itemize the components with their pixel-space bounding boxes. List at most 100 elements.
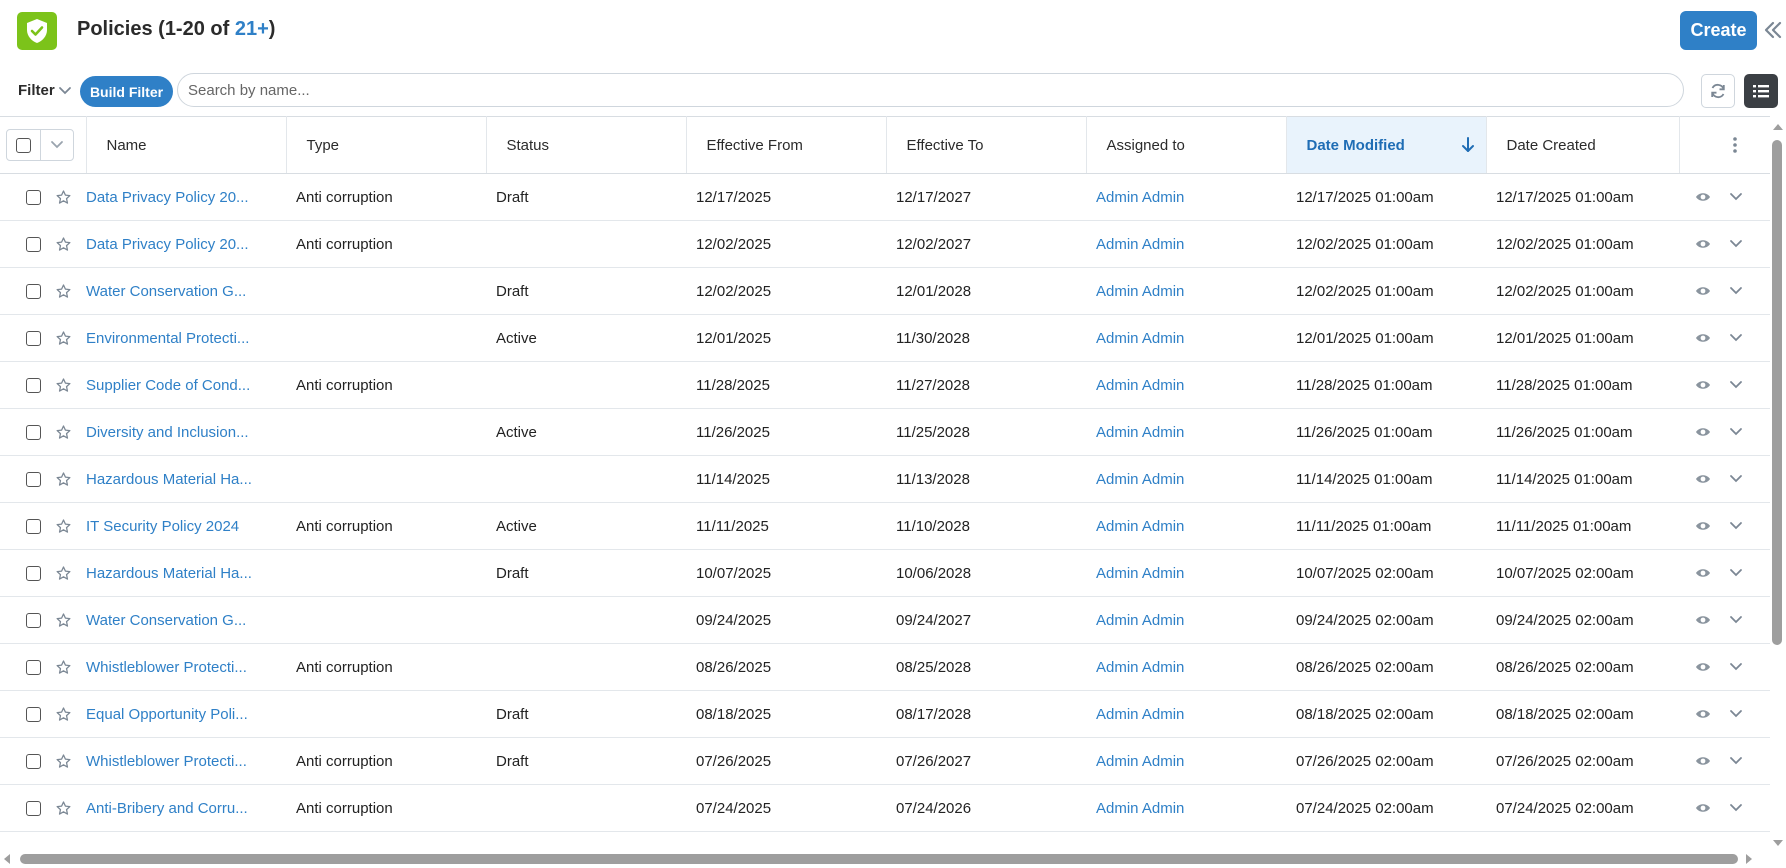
- table-row[interactable]: Water Conservation G... 09/24/2025 09/24/2…: [0, 596, 1770, 644]
- row-checkbox[interactable]: [26, 518, 41, 534]
- row-checkbox[interactable]: [26, 377, 41, 393]
- row-checkbox[interactable]: [26, 800, 41, 816]
- cell-assigned-to[interactable]: Admin Admin: [1086, 314, 1286, 362]
- row-checkbox[interactable]: [26, 424, 41, 440]
- chevron-down-icon[interactable]: [1729, 285, 1743, 297]
- row-checkbox[interactable]: [26, 471, 41, 487]
- cell-name[interactable]: Whistleblower Protecti...: [86, 737, 286, 785]
- collapse-panel-icon[interactable]: [1764, 20, 1782, 40]
- column-header-date-modified[interactable]: Date Modified: [1286, 116, 1487, 174]
- star-icon[interactable]: [55, 706, 72, 723]
- cell-assigned-to[interactable]: Admin Admin: [1086, 690, 1286, 738]
- cell-name[interactable]: Diversity and Inclusion...: [86, 408, 286, 456]
- table-row[interactable]: Hazardous Material Ha... 11/14/2025 11/13/…: [0, 455, 1770, 503]
- chevron-down-icon[interactable]: [1729, 520, 1743, 532]
- chevron-down-icon[interactable]: [1729, 661, 1743, 673]
- chevron-down-icon[interactable]: [1729, 708, 1743, 720]
- vertical-scrollbar-thumb[interactable]: [1772, 140, 1782, 645]
- table-row[interactable]: Anti-Bribery and Corru... Anti corruption…: [0, 784, 1770, 832]
- cell-assigned-to[interactable]: Admin Admin: [1086, 549, 1286, 597]
- table-row[interactable]: Supplier Code of Cond... Anti corruption 1…: [0, 361, 1770, 409]
- star-icon[interactable]: [55, 659, 72, 676]
- chevron-down-icon[interactable]: [58, 84, 72, 96]
- cell-assigned-to[interactable]: Admin Admin: [1086, 408, 1286, 456]
- cell-assigned-to[interactable]: Admin Admin: [1086, 267, 1286, 315]
- build-filter-button[interactable]: Build Filter: [80, 76, 173, 107]
- star-icon[interactable]: [55, 565, 72, 582]
- star-icon[interactable]: [55, 377, 72, 394]
- cell-name[interactable]: Data Privacy Policy 20...: [86, 220, 286, 268]
- row-checkbox[interactable]: [26, 659, 41, 675]
- column-header-effective-from[interactable]: Effective From: [686, 116, 887, 174]
- column-header-type[interactable]: Type: [286, 116, 487, 174]
- table-row[interactable]: Hazardous Material Ha... Draft 10/07/2025 1…: [0, 549, 1770, 597]
- table-row[interactable]: Data Privacy Policy 20... Anti corruption…: [0, 220, 1770, 268]
- sort-descending-icon[interactable]: [1460, 136, 1476, 154]
- star-icon[interactable]: [55, 800, 72, 817]
- table-row[interactable]: IT Security Policy 2024 Anti corruption Ac…: [0, 502, 1770, 550]
- star-icon[interactable]: [55, 518, 72, 535]
- filter-dropdown-label[interactable]: Filter: [18, 82, 55, 99]
- row-checkbox[interactable]: [26, 706, 41, 722]
- total-count-link[interactable]: 21+: [235, 18, 269, 40]
- star-icon[interactable]: [55, 753, 72, 770]
- eye-icon[interactable]: [1695, 708, 1711, 720]
- row-checkbox[interactable]: [26, 753, 41, 769]
- eye-icon[interactable]: [1695, 191, 1711, 203]
- eye-icon[interactable]: [1695, 614, 1711, 626]
- table-row[interactable]: Data Privacy Policy 20... Anti corruption…: [0, 173, 1770, 221]
- cell-name[interactable]: Data Privacy Policy 20...: [86, 173, 286, 221]
- eye-icon[interactable]: [1695, 473, 1711, 485]
- eye-icon[interactable]: [1695, 520, 1711, 532]
- row-checkbox[interactable]: [26, 612, 41, 628]
- chevron-down-icon[interactable]: [1729, 567, 1743, 579]
- star-icon[interactable]: [55, 471, 72, 488]
- chevron-down-icon[interactable]: [1729, 473, 1743, 485]
- search-input[interactable]: [177, 73, 1684, 107]
- column-header-assigned-to[interactable]: Assigned to: [1086, 116, 1287, 174]
- select-all-control[interactable]: [6, 129, 74, 161]
- select-all-checkbox[interactable]: [16, 137, 31, 153]
- eye-icon[interactable]: [1695, 332, 1711, 344]
- chevron-down-icon[interactable]: [41, 130, 73, 160]
- table-row[interactable]: Whistleblower Protecti... Anti corruption…: [0, 737, 1770, 785]
- cell-assigned-to[interactable]: Admin Admin: [1086, 220, 1286, 268]
- cell-name[interactable]: Water Conservation G...: [86, 267, 286, 315]
- chevron-down-icon[interactable]: [1729, 614, 1743, 626]
- cell-name[interactable]: Hazardous Material Ha...: [86, 455, 286, 503]
- eye-icon[interactable]: [1695, 802, 1711, 814]
- cell-assigned-to[interactable]: Admin Admin: [1086, 737, 1286, 785]
- star-icon[interactable]: [55, 189, 72, 206]
- cell-assigned-to[interactable]: Admin Admin: [1086, 502, 1286, 550]
- cell-assigned-to[interactable]: Admin Admin: [1086, 643, 1286, 691]
- cell-name[interactable]: Whistleblower Protecti...: [86, 643, 286, 691]
- row-checkbox[interactable]: [26, 283, 41, 299]
- cell-assigned-to[interactable]: Admin Admin: [1086, 455, 1286, 503]
- eye-icon[interactable]: [1695, 238, 1711, 250]
- eye-icon[interactable]: [1695, 755, 1711, 767]
- column-header-date-created[interactable]: Date Created: [1486, 116, 1680, 174]
- row-checkbox[interactable]: [26, 330, 41, 346]
- eye-icon[interactable]: [1695, 285, 1711, 297]
- table-row[interactable]: Diversity and Inclusion... Active 11/26/20…: [0, 408, 1770, 456]
- chevron-down-icon[interactable]: [1729, 426, 1743, 438]
- cell-assigned-to[interactable]: Admin Admin: [1086, 173, 1286, 221]
- star-icon[interactable]: [55, 612, 72, 629]
- create-button[interactable]: Create: [1680, 11, 1757, 50]
- table-row[interactable]: Water Conservation G... Draft 12/02/2025 12…: [0, 267, 1770, 315]
- column-header-effective-to[interactable]: Effective To: [886, 116, 1087, 174]
- column-header-name[interactable]: Name: [86, 116, 287, 174]
- star-icon[interactable]: [55, 424, 72, 441]
- eye-icon[interactable]: [1695, 379, 1711, 391]
- chevron-down-icon[interactable]: [1729, 238, 1743, 250]
- cell-name[interactable]: Equal Opportunity Poli...: [86, 690, 286, 738]
- table-row[interactable]: Environmental Protecti... Active 12/01/202…: [0, 314, 1770, 362]
- cell-assigned-to[interactable]: Admin Admin: [1086, 784, 1286, 832]
- chevron-down-icon[interactable]: [1729, 755, 1743, 767]
- cell-name[interactable]: Water Conservation G...: [86, 596, 286, 644]
- cell-assigned-to[interactable]: Admin Admin: [1086, 596, 1286, 644]
- cell-name[interactable]: Hazardous Material Ha...: [86, 549, 286, 597]
- row-checkbox[interactable]: [26, 189, 41, 205]
- row-checkbox[interactable]: [26, 565, 41, 581]
- refresh-button[interactable]: [1701, 74, 1735, 108]
